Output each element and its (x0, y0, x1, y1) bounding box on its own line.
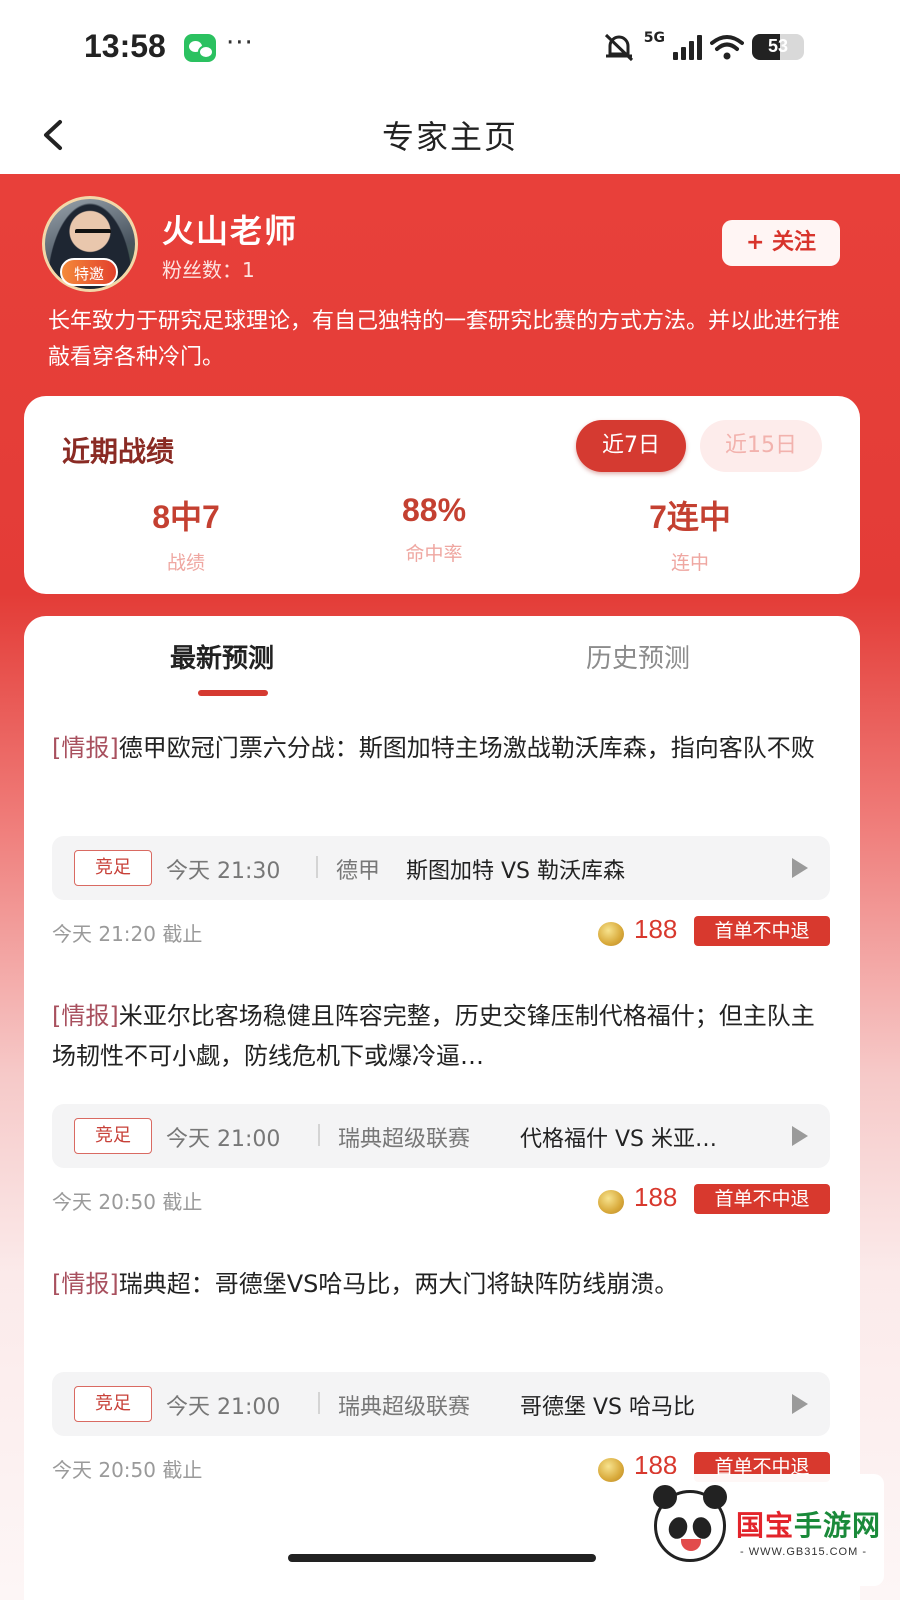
match-league: 瑞典超级联赛 (338, 1395, 471, 1420)
match-teams: 斯图加特 VS 勒沃库森 (406, 859, 626, 884)
match-teams: 哥德堡 VS 哈马比 (520, 1395, 696, 1420)
coin-icon (598, 922, 624, 946)
tab-7-days[interactable]: 近7日 (576, 420, 686, 472)
status-time: 13:58 (84, 28, 166, 64)
match-time: 今天 21:00 (166, 1127, 281, 1152)
lottery-badge: 竞足 (74, 1386, 152, 1422)
status-icons: 5G 53 (602, 30, 804, 62)
match-time: 今天 21:30 (166, 859, 281, 884)
intel-tag: [情报] (52, 1270, 119, 1298)
match-league: 德甲 (336, 859, 381, 884)
nav-bar: 专家主页 (0, 96, 900, 174)
wifi-icon (710, 35, 744, 60)
prediction-title[interactable]: [情报]米亚尔比客场稳健且阵容完整，历史交锋压制代格福什；但主队主场韧性不可小觑… (52, 996, 832, 1076)
divider (318, 1124, 320, 1146)
record-title: 近期战绩 (62, 435, 175, 468)
divider (316, 856, 318, 878)
stat-streak: 7连中 连中 (590, 492, 790, 575)
stat-value: 8中7 (152, 499, 220, 535)
match-row[interactable]: 竞足 今天 21:00 瑞典超级联赛 哥德堡 VS 哈马比 (52, 1372, 830, 1436)
recent-record-card: 近期战绩 近7日 近15日 8中7 战绩 88% 命中率 7连中 连中 (24, 396, 860, 594)
battery-level: 53 (767, 36, 789, 56)
network-type: 5G (643, 30, 665, 46)
invited-badge: 特邀 (60, 258, 118, 286)
play-arrow-icon (792, 1394, 808, 1414)
tab-15-days[interactable]: 近15日 (700, 420, 822, 472)
prediction-title[interactable]: [情报]德甲欧冠门票六分战：斯图加特主场激战勒沃库森，指向客队不败 (52, 728, 832, 768)
deadline: 今天 21:20 截止 (52, 922, 203, 946)
expert-header: 特邀 火山老师 粉丝数：1 + 关注 长年致力于研究足球理论，有自己独特的一套研… (0, 174, 900, 1600)
battery-icon: 53 (752, 34, 804, 60)
tab-history-predictions[interactable]: 历史预测 (586, 638, 690, 675)
divider (318, 1392, 320, 1414)
site-watermark: 国宝手游网 - WWW.GB315.COM - (636, 1474, 884, 1586)
play-arrow-icon (792, 1126, 808, 1146)
stat-value: 7连中 (649, 499, 731, 535)
home-indicator[interactable] (288, 1554, 596, 1562)
refund-badge: 首单不中退 (694, 916, 830, 946)
coin-icon (598, 1458, 624, 1482)
expert-intro: 长年致力于研究足球理论，有自己独特的一套研究比赛的方式方法。并以此进行推敲看穿各… (48, 309, 841, 370)
lottery-badge: 竞足 (74, 1118, 152, 1154)
signal-icon (673, 34, 702, 60)
prediction-title-text: 米亚尔比客场稳健且阵容完整，历史交锋压制代格福什；但主队主场韧性不可小觑，防线危… (52, 1002, 815, 1070)
match-teams: 代格福什 VS 米亚… (520, 1127, 718, 1152)
prediction-title-text: 瑞典超：哥德堡VS哈马比，两大门将缺阵防线崩溃。 (118, 1270, 679, 1298)
refund-badge: 首单不中退 (694, 1184, 830, 1214)
expert-name: 火山老师 (162, 212, 299, 250)
follow-button[interactable]: + 关注 (722, 220, 840, 266)
lottery-badge: 竞足 (74, 850, 152, 886)
panda-logo-icon (653, 1485, 727, 1562)
fans-count: 粉丝数：1 (162, 258, 255, 282)
deadline: 今天 20:50 截止 (52, 1190, 203, 1214)
status-bar: 13:58 ··· 5G 53 (0, 0, 900, 96)
glasses-icon (75, 229, 111, 238)
match-row[interactable]: 竞足 今天 21:30 德甲 斯图加特 VS 勒沃库森 (52, 836, 830, 900)
prediction-title-text: 德甲欧冠门票六分战：斯图加特主场激战勒沃库森，指向客队不败 (118, 734, 815, 762)
intel-tag: [情报] (52, 734, 119, 762)
stat-label: 战绩 (166, 552, 205, 574)
stat-label: 命中率 (405, 543, 463, 565)
match-time: 今天 21:00 (166, 1395, 281, 1420)
deadline: 今天 20:50 截止 (52, 1458, 203, 1482)
price: 188 (634, 1182, 678, 1212)
prediction-panel: 最新预测 历史预测 [情报]德甲欧冠门票六分战：斯图加特主场激战勒沃库森，指向客… (24, 616, 860, 1600)
stat-label: 连中 (670, 552, 709, 574)
active-tab-indicator (198, 690, 268, 696)
watermark-title-red: 国宝 (736, 1509, 795, 1542)
wechat-icon (184, 34, 216, 62)
tab-latest-predictions[interactable]: 最新预测 (170, 638, 274, 675)
play-arrow-icon (792, 858, 808, 878)
watermark-title: 国宝手游网 (736, 1504, 881, 1544)
intel-tag: [情报] (52, 1002, 119, 1030)
price: 188 (634, 914, 678, 944)
silent-icon (604, 33, 633, 62)
match-league: 瑞典超级联赛 (338, 1127, 471, 1152)
more-notifications-icon: ··· (226, 28, 254, 58)
coin-icon (598, 1190, 624, 1214)
watermark-title-green: 手游网 (794, 1509, 882, 1542)
prediction-title[interactable]: [情报]瑞典超：哥德堡VS哈马比，两大门将缺阵防线崩溃。 (52, 1264, 832, 1304)
watermark-url: - WWW.GB315.COM - (740, 1546, 867, 1558)
page-title: 专家主页 (381, 118, 518, 156)
stat-hit-rate: 88% 命中率 (334, 492, 534, 566)
stat-value: 88% (401, 492, 467, 528)
match-row[interactable]: 竞足 今天 21:00 瑞典超级联赛 代格福什 VS 米亚… (52, 1104, 830, 1168)
stat-record: 8中7 战绩 (86, 492, 286, 575)
